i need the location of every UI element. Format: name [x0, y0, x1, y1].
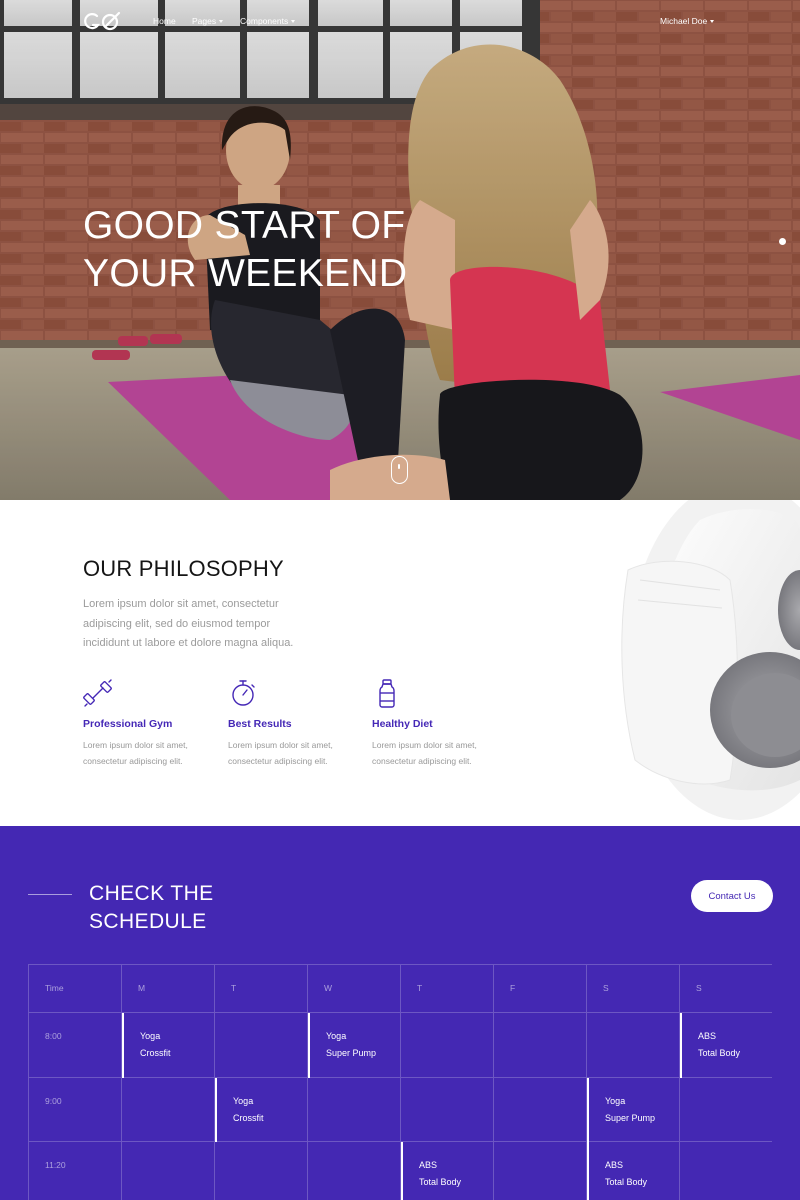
contact-us-button[interactable]: Contact Us [691, 880, 773, 912]
nav-home-label: Home [153, 16, 176, 26]
go-logo[interactable] [83, 10, 123, 34]
schedule-slot-cell[interactable]: Yoga Crossfit [121, 1012, 215, 1078]
philosophy-text: Lorem ipsum dolor sit amet, consectetur … [83, 598, 294, 649]
class-name: ABS [605, 1160, 624, 1170]
hero-section: Home Pages Components Michael Doe Good s… [0, 0, 800, 500]
schedule-class-entry[interactable]: Yoga Super Pump [587, 1077, 680, 1142]
schedule-slot-cell [307, 1141, 400, 1200]
schedule-slot-cell[interactable]: ABS Total Body [679, 1012, 773, 1078]
water-bottle-icon [379, 679, 395, 708]
feature-title: Healthy Diet [372, 718, 433, 730]
hero-title: Good start of your weekend [83, 202, 443, 298]
feature-text: Lorem ipsum dolor sit amet, consectetur … [83, 740, 188, 766]
schedule-slot-cell [121, 1076, 214, 1141]
schedule-class-entry[interactable]: ABS Total Body [680, 1013, 773, 1078]
schedule-time-cell: 8:00 [28, 1012, 121, 1077]
user-name: Michael Doe [660, 16, 708, 26]
feature-text: Lorem ipsum dolor sit amet, consectetur … [372, 740, 477, 766]
schedule-header-cell: T [214, 964, 307, 1012]
feature-professional-gym: Professional Gym Lorem ipsum dolor sit a… [83, 678, 218, 769]
schedule-slot-cell [493, 1012, 586, 1077]
schedule-header-cell: S [679, 964, 772, 1012]
schedule-slot-cell [400, 1012, 493, 1077]
philosophy-section: Our Philosophy Lorem ipsum dolor sit ame… [0, 500, 800, 826]
schedule-time-cell: 11:20 [28, 1141, 121, 1200]
nav-components-label: Components [240, 16, 289, 26]
schedule-header-cell: S [586, 964, 679, 1012]
stopwatch-icon [232, 680, 255, 706]
nav-home-link[interactable]: Home [153, 16, 176, 26]
class-program: Super Pump [326, 1048, 377, 1058]
nav-components-dropdown[interactable]: Components [240, 16, 296, 26]
schedule-header-cell: W [307, 964, 400, 1012]
feature-healthy-diet: Healthy Diet Lorem ipsum dolor sit amet,… [372, 678, 507, 769]
schedule-slot-cell[interactable]: ABS Total Body [586, 1141, 679, 1200]
scroll-down-mouse-icon[interactable] [391, 456, 408, 484]
philosophy-title: Our Philosophy [83, 556, 284, 581]
schedule-slot-cell[interactable]: Yoga Super Pump [586, 1076, 680, 1142]
schedule-slot-cell[interactable]: ABS Total Body [400, 1141, 493, 1200]
class-name: Yoga [326, 1031, 347, 1041]
class-program: Crossfit [140, 1048, 171, 1058]
schedule-slot-cell[interactable]: Yoga Super Pump [307, 1012, 401, 1078]
schedule-slot-cell [493, 1076, 586, 1141]
nav-pages-dropdown[interactable]: Pages [192, 16, 224, 26]
schedule-class-entry[interactable]: ABS Total Body [587, 1142, 680, 1200]
slider-dot[interactable] [779, 238, 786, 245]
schedule-class-entry[interactable]: ABS Total Body [401, 1142, 494, 1200]
class-program: Total Body [419, 1177, 462, 1187]
chevron-down-icon [219, 19, 224, 23]
schedule-slot-cell [400, 1076, 493, 1141]
title-divider-line [28, 894, 72, 895]
landing-page: Home Pages Components Michael Doe Good s… [0, 0, 800, 1200]
schedule-slot-cell [214, 1012, 307, 1077]
schedule-class-entry[interactable]: Yoga Crossfit [215, 1077, 308, 1142]
feature-title: Best Results [228, 718, 292, 730]
schedule-title: Check the schedule [89, 882, 214, 933]
chevron-down-icon [291, 19, 296, 23]
class-name: ABS [419, 1160, 438, 1170]
schedule-slot-cell [586, 1012, 679, 1077]
feature-text: Lorem ipsum dolor sit amet, consectetur … [228, 740, 333, 766]
schedule-header-cell: T [400, 964, 493, 1012]
dumbbell-icon [83, 679, 112, 707]
schedule-class-entry[interactable]: Yoga Crossfit [122, 1013, 215, 1078]
schedule-slot-cell[interactable]: Yoga Crossfit [214, 1076, 308, 1142]
class-program: Super Pump [605, 1112, 656, 1123]
class-name: Yoga [233, 1095, 254, 1106]
hero-title-line2: your weekend [83, 252, 408, 295]
schedule-section: Check the schedule Contact Us Time M T W T F S… [0, 826, 800, 1200]
feature-title: Professional Gym [83, 718, 173, 730]
feature-best-results: Best Results Lorem ipsum dolor sit amet,… [228, 678, 363, 769]
class-program: Total Body [698, 1048, 741, 1058]
class-program: Total Body [605, 1177, 648, 1187]
schedule-slot-cell [679, 1076, 772, 1141]
nav-pages-label: Pages [192, 16, 217, 26]
schedule-class-entry[interactable]: Yoga Super Pump [308, 1013, 401, 1078]
class-name: Yoga [605, 1095, 626, 1106]
schedule-slot-cell [214, 1141, 307, 1200]
class-name: ABS [698, 1031, 717, 1041]
class-program: Crossfit [233, 1112, 264, 1123]
schedule-header-cell: F [493, 964, 586, 1012]
towel-sneakers-image [580, 500, 800, 826]
schedule-slot-cell [121, 1141, 214, 1200]
hero-title-line1: Good start of [83, 204, 406, 247]
schedule-slot-cell [307, 1076, 400, 1141]
chevron-down-icon [710, 19, 715, 23]
class-name: Yoga [140, 1031, 161, 1041]
schedule-header-cell: M [121, 964, 214, 1012]
schedule-slot-cell [679, 1141, 772, 1200]
user-menu-dropdown[interactable]: Michael Doe [660, 16, 715, 26]
schedule-slot-cell [493, 1141, 586, 1200]
schedule-time-cell: 9:00 [28, 1076, 121, 1141]
top-navbar: Home Pages Components Michael Doe [0, 0, 800, 44]
schedule-header-cell: Time [28, 964, 121, 1012]
